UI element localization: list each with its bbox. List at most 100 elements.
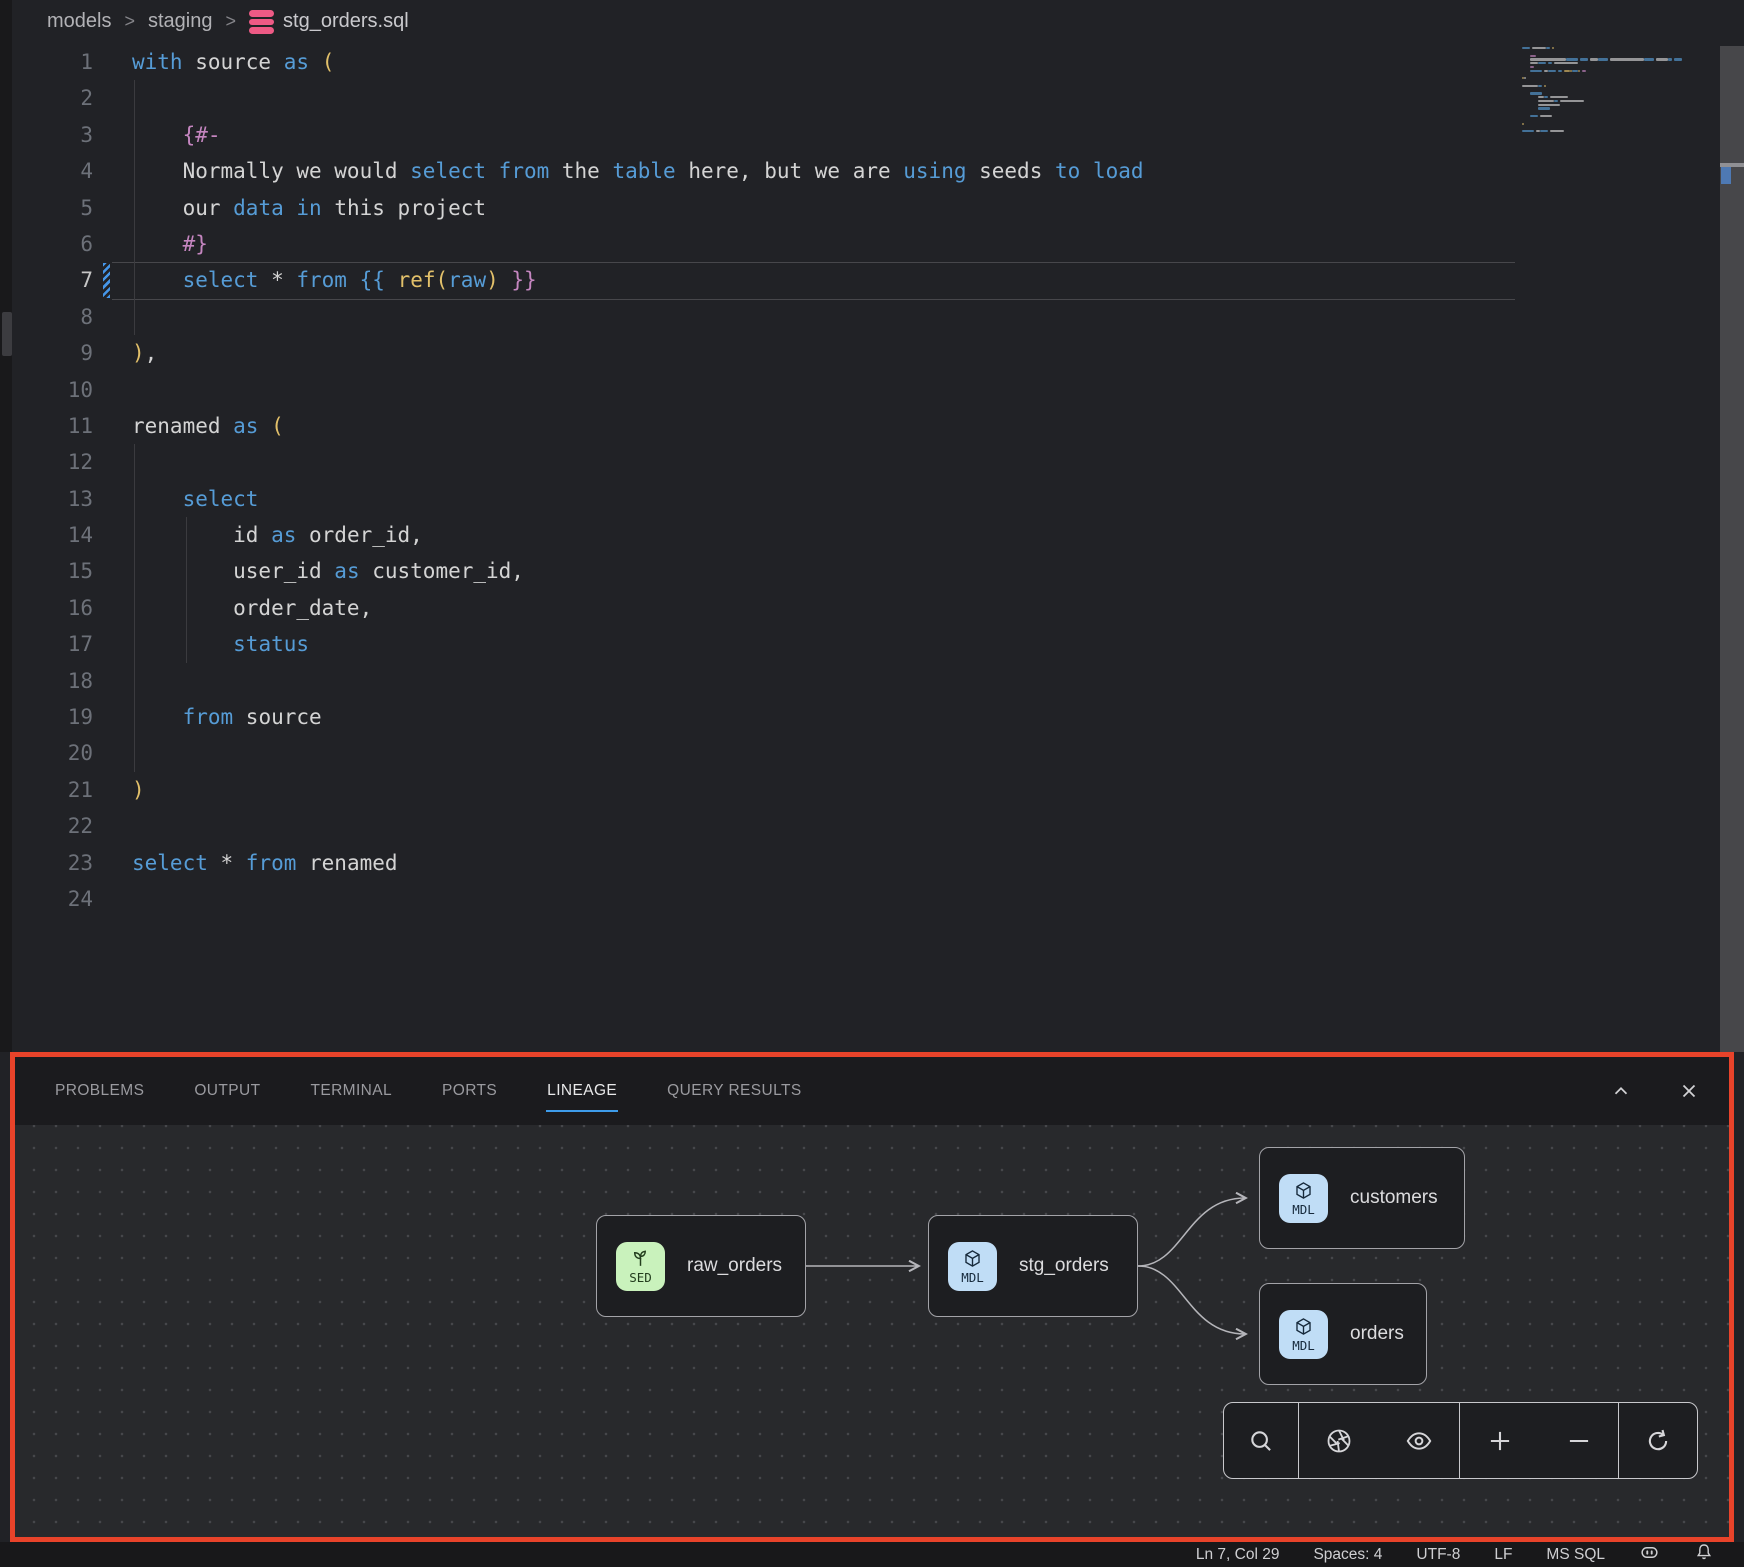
code-line[interactable]: 15 user_id as customer_id,: [0, 553, 1520, 589]
line-number[interactable]: 2: [0, 80, 93, 116]
panel-close-button[interactable]: [1667, 1069, 1711, 1113]
code-line[interactable]: 24: [0, 881, 1520, 917]
code-line[interactable]: 21): [0, 772, 1520, 808]
visibility-button[interactable]: [1397, 1419, 1441, 1463]
code-line[interactable]: 8: [0, 299, 1520, 335]
code-line[interactable]: 12: [0, 444, 1520, 480]
minimap-line: [1554, 62, 1578, 64]
code-text: ): [93, 772, 145, 808]
zoom-out-button[interactable]: [1557, 1419, 1601, 1463]
line-number[interactable]: 19: [0, 699, 93, 735]
panel-tab-query-results[interactable]: QUERY RESULTS: [666, 1076, 802, 1106]
line-number[interactable]: 10: [0, 372, 93, 408]
code-text: [93, 808, 132, 844]
status-item-ln-7-col-29[interactable]: Ln 7, Col 29: [1196, 1546, 1280, 1564]
lineage-node-orders[interactable]: MDLorders: [1259, 1283, 1427, 1385]
code-token: customer_id,: [360, 559, 524, 583]
minimap[interactable]: [1522, 47, 1686, 141]
line-number[interactable]: 22: [0, 808, 93, 844]
line-number[interactable]: 24: [0, 881, 93, 917]
code-line[interactable]: 3 {#-: [0, 117, 1520, 153]
code-line[interactable]: 19 from source: [0, 699, 1520, 735]
code-token: (: [322, 50, 335, 74]
minimap-line: [1522, 130, 1534, 132]
lineage-canvas[interactable]: SEDraw_ordersMDLstg_ordersMDLcustomersMD…: [15, 1125, 1729, 1537]
code-editor[interactable]: 1with source as (23 {#-4 Normally we wou…: [0, 44, 1520, 917]
code-token: select: [410, 159, 486, 183]
code-line[interactable]: 17 status: [0, 626, 1520, 662]
breadcrumb-item-file[interactable]: stg_orders.sql: [249, 10, 409, 34]
code-line[interactable]: 13 select: [0, 481, 1520, 517]
line-number[interactable]: 5: [0, 190, 93, 226]
code-line[interactable]: 20: [0, 735, 1520, 771]
line-number[interactable]: 11: [0, 408, 93, 444]
code-token: status: [233, 632, 309, 656]
status-item-spaces-4[interactable]: Spaces: 4: [1313, 1546, 1382, 1564]
panel-tab-problems[interactable]: PROBLEMS: [54, 1076, 145, 1106]
line-number[interactable]: 1: [0, 44, 93, 80]
code-line[interactable]: 6 #}: [0, 226, 1520, 262]
minimap-line: [1590, 58, 1598, 60]
code-token: [1080, 159, 1093, 183]
code-line[interactable]: 18: [0, 663, 1520, 699]
code-token: {#-: [183, 123, 221, 147]
panel-maximize-button[interactable]: [1599, 1069, 1643, 1113]
code-text: [93, 735, 132, 771]
database-icon: [249, 10, 274, 34]
line-number[interactable]: 23: [0, 845, 93, 881]
line-number[interactable]: 8: [0, 299, 93, 335]
zoom-in-button[interactable]: [1478, 1419, 1522, 1463]
line-number[interactable]: 17: [0, 626, 93, 662]
code-token: *: [258, 268, 296, 292]
breadcrumb-item-models[interactable]: models: [47, 10, 111, 33]
code-line[interactable]: 14 id as order_id,: [0, 517, 1520, 553]
line-number[interactable]: 18: [0, 663, 93, 699]
line-number[interactable]: 7: [0, 262, 93, 298]
code-line[interactable]: 1with source as (: [0, 44, 1520, 80]
status-item-ms-sql[interactable]: MS SQL: [1546, 1546, 1605, 1564]
code-line[interactable]: 7 select * from {{ ref(raw) }}: [0, 262, 1520, 298]
minimap-line: [1560, 100, 1584, 102]
line-number[interactable]: 16: [0, 590, 93, 626]
code-line[interactable]: 11renamed as (: [0, 408, 1520, 444]
status-item-utf-8[interactable]: UTF-8: [1416, 1546, 1460, 1564]
line-number[interactable]: 14: [0, 517, 93, 553]
notifications-button[interactable]: [1694, 1542, 1714, 1567]
breadcrumb-item-staging[interactable]: staging: [148, 10, 213, 33]
aperture-button[interactable]: [1317, 1419, 1361, 1463]
lineage-node-stg_orders[interactable]: MDLstg_orders: [928, 1215, 1138, 1317]
lineage-node-raw_orders[interactable]: SEDraw_orders: [596, 1215, 806, 1317]
eye-icon: [1405, 1427, 1433, 1455]
panel-tab-ports[interactable]: PORTS: [441, 1076, 498, 1106]
status-item-lf[interactable]: LF: [1494, 1546, 1512, 1564]
code-text: [93, 444, 132, 480]
scrollbar[interactable]: [1720, 46, 1744, 1052]
line-number[interactable]: 21: [0, 772, 93, 808]
line-number[interactable]: 15: [0, 553, 93, 589]
code-line[interactable]: 4 Normally we would select from the tabl…: [0, 153, 1520, 189]
refresh-button[interactable]: [1636, 1419, 1680, 1463]
code-line[interactable]: 5 our data in this project: [0, 190, 1520, 226]
line-number[interactable]: 6: [0, 226, 93, 262]
line-number[interactable]: 12: [0, 444, 93, 480]
code-line[interactable]: 22: [0, 808, 1520, 844]
lineage-node-customers[interactable]: MDLcustomers: [1259, 1147, 1465, 1249]
line-number[interactable]: 13: [0, 481, 93, 517]
code-line[interactable]: 2: [0, 80, 1520, 116]
line-number[interactable]: 4: [0, 153, 93, 189]
line-number[interactable]: 3: [0, 117, 93, 153]
code-line[interactable]: 9),: [0, 335, 1520, 371]
code-line[interactable]: 16 order_date,: [0, 590, 1520, 626]
line-number[interactable]: 20: [0, 735, 93, 771]
model-badge: MDL: [1279, 1174, 1328, 1223]
line-number[interactable]: 9: [0, 335, 93, 371]
code-text: select * from {{ ref(raw) }}: [93, 262, 537, 298]
panel-tab-output[interactable]: OUTPUT: [193, 1076, 261, 1106]
code-token: }}: [511, 268, 536, 292]
panel-tab-lineage[interactable]: LINEAGE: [546, 1076, 618, 1106]
code-line[interactable]: 23select * from renamed: [0, 845, 1520, 881]
code-line[interactable]: 10: [0, 372, 1520, 408]
copilot-button[interactable]: [1639, 1542, 1660, 1567]
search-button[interactable]: [1239, 1419, 1283, 1463]
panel-tab-terminal[interactable]: TERMINAL: [309, 1076, 393, 1106]
